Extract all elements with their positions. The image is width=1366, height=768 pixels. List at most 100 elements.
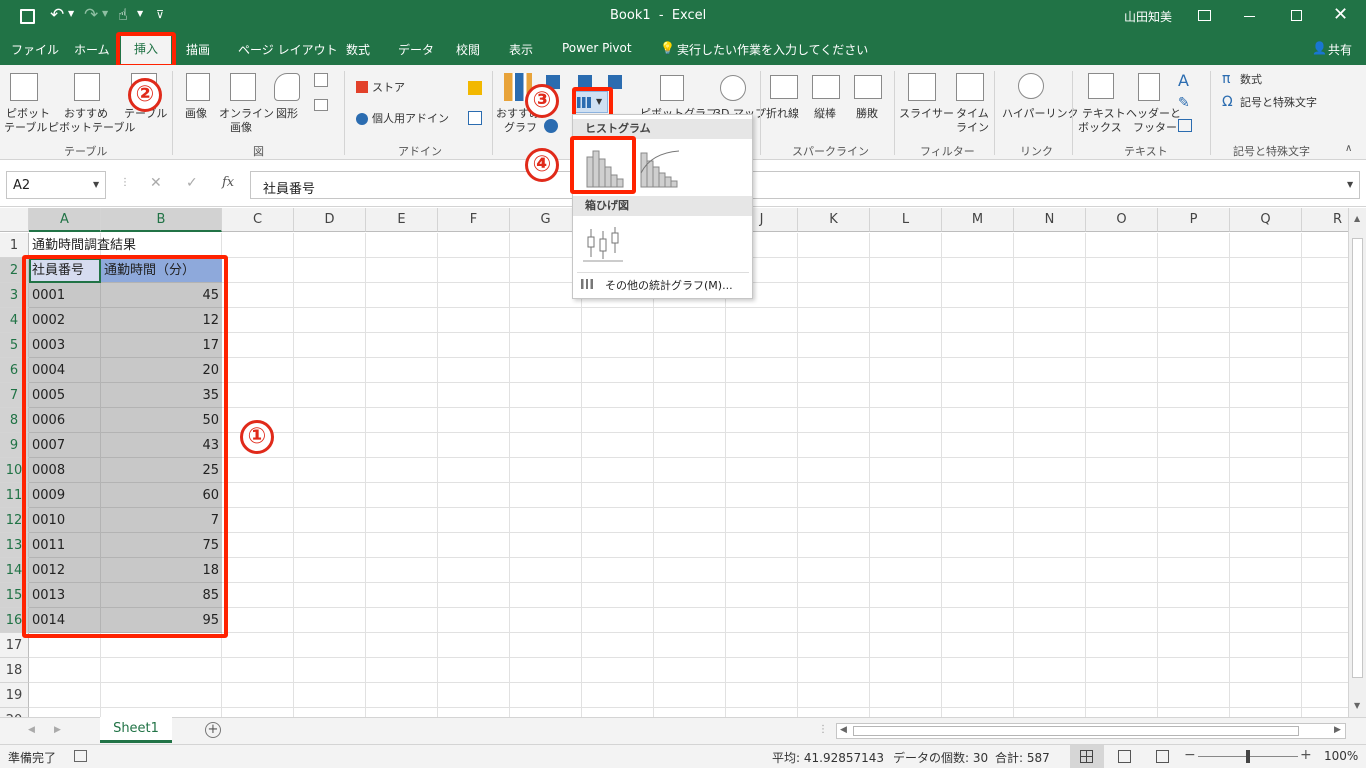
wordart-icon[interactable]: A [1178, 71, 1189, 90]
sheet-tab-sheet1[interactable]: Sheet1 [100, 717, 172, 743]
tab-page-layout[interactable]: ページ レイアウト [238, 41, 338, 58]
minimize-icon[interactable] [1244, 16, 1255, 17]
tab-home[interactable]: ホーム [74, 41, 110, 58]
line-sparkline-icon[interactable] [770, 75, 798, 99]
store-icon[interactable] [356, 81, 368, 93]
scroll-down-icon[interactable]: ▼ [1354, 701, 1360, 710]
select-all-corner[interactable] [0, 208, 29, 232]
next-sheet-icon[interactable]: ▶ [54, 725, 61, 735]
restore-icon[interactable] [1291, 10, 1302, 21]
tab-file[interactable]: ファイル [11, 41, 59, 58]
row-header-20[interactable]: 20 [0, 708, 29, 717]
average-stat[interactable]: 平均: 41.92857143 [772, 749, 884, 766]
header-footer-icon[interactable] [1138, 73, 1160, 101]
scroll-right-icon[interactable]: ▶ [1334, 725, 1341, 735]
user-name[interactable]: 山田知美 [1124, 8, 1172, 25]
insert-function-icon[interactable]: fx [222, 175, 234, 190]
pareto-option[interactable] [635, 143, 689, 191]
name-box-dropdown-icon[interactable]: ▼ [93, 180, 99, 189]
name-box[interactable]: A2 ▼ [6, 171, 106, 199]
scroll-left-icon[interactable]: ◀ [840, 725, 847, 735]
customize-qat-icon[interactable]: ⊽ [156, 8, 164, 21]
object-icon[interactable] [1178, 119, 1192, 132]
redo-dropdown-icon[interactable]: ▼ [102, 9, 108, 18]
page-break-view-icon[interactable] [1156, 750, 1169, 763]
slicer-icon[interactable] [908, 73, 936, 101]
column-header-q[interactable]: Q [1230, 208, 1302, 232]
signature-icon[interactable]: ✎ [1178, 95, 1190, 111]
pie-chart-icon[interactable] [544, 119, 558, 133]
column-header-d[interactable]: D [294, 208, 366, 232]
map-3d-icon[interactable] [720, 75, 746, 101]
tell-me-box[interactable]: 実行したい作業を入力してください [677, 41, 868, 58]
column-header-p[interactable]: P [1158, 208, 1230, 232]
tab-view[interactable]: 表示 [509, 41, 533, 58]
column-header-a[interactable]: A [29, 208, 101, 232]
timeline-icon[interactable] [956, 73, 984, 101]
close-icon[interactable]: ✕ [1333, 4, 1348, 25]
sum-stat[interactable]: 合計: 587 [995, 749, 1050, 766]
column-header-c[interactable]: C [222, 208, 294, 232]
tab-split-icon[interactable]: ⋮ [818, 724, 828, 735]
scroll-up-icon[interactable]: ▲ [1354, 214, 1360, 223]
people-graph-icon[interactable] [468, 111, 482, 125]
column-header-f[interactable]: F [438, 208, 510, 232]
column-header-b[interactable]: B [101, 208, 222, 232]
share-button[interactable]: 共有 [1328, 41, 1352, 58]
undo-dropdown-icon[interactable]: ▼ [68, 9, 74, 18]
hyperlink-icon[interactable] [1018, 73, 1044, 99]
scroll-thumb-h[interactable] [853, 726, 1299, 736]
macro-record-icon[interactable] [74, 750, 87, 762]
row-header-19[interactable]: 19 [0, 683, 29, 708]
equation-button[interactable]: 数式 [1240, 73, 1262, 87]
formula-input[interactable]: 社員番号 ▼ [250, 171, 1360, 199]
screenshot-icon[interactable] [314, 99, 328, 111]
column-header-l[interactable]: L [870, 208, 942, 232]
pivot-chart-icon[interactable] [660, 75, 684, 101]
column-header-k[interactable]: K [798, 208, 870, 232]
pivot-table-icon[interactable] [10, 73, 38, 101]
tab-draw[interactable]: 描画 [186, 41, 210, 58]
column-sparkline-icon[interactable] [812, 75, 840, 99]
row-header-18[interactable]: 18 [0, 658, 29, 683]
zoom-level[interactable]: 100% [1324, 749, 1358, 763]
zoom-in-icon[interactable]: + [1300, 747, 1312, 763]
touch-mode-icon[interactable]: ☝ [118, 5, 128, 24]
ribbon-display-icon[interactable] [1198, 10, 1211, 21]
touch-dropdown-icon[interactable]: ▼ [137, 9, 143, 18]
horizontal-scrollbar[interactable]: ◀ ▶ [836, 723, 1346, 739]
zoom-slider-thumb[interactable] [1246, 750, 1250, 763]
tab-data[interactable]: データ [398, 41, 434, 58]
online-picture-icon[interactable] [230, 73, 256, 101]
add-sheet-icon[interactable]: + [205, 722, 221, 738]
undo-icon[interactable]: ↶ [50, 5, 64, 25]
boxplot-option[interactable] [579, 221, 627, 265]
picture-icon[interactable] [186, 73, 210, 101]
smartart-icon[interactable] [314, 73, 328, 87]
prev-sheet-icon[interactable]: ◀ [28, 725, 35, 735]
enter-icon[interactable]: ✓ [186, 175, 198, 191]
my-addins-icon[interactable] [356, 113, 368, 125]
winloss-sparkline-icon[interactable] [854, 75, 882, 99]
tab-power-pivot[interactable]: Power Pivot [562, 41, 632, 55]
column-header-n[interactable]: N [1014, 208, 1086, 232]
collapse-ribbon-icon[interactable]: ∧ [1345, 143, 1352, 154]
recommended-pivot-icon[interactable] [74, 73, 100, 101]
shapes-icon[interactable] [274, 73, 300, 101]
column-header-o[interactable]: O [1086, 208, 1158, 232]
zoom-out-icon[interactable]: − [1184, 747, 1196, 763]
textbox-icon[interactable] [1088, 73, 1114, 99]
expand-formula-icon[interactable]: ▼ [1347, 180, 1353, 189]
bing-icon[interactable] [468, 81, 482, 95]
redo-icon[interactable]: ↷ [84, 5, 98, 25]
tab-formulas[interactable]: 数式 [346, 41, 370, 58]
page-layout-view-icon[interactable] [1118, 750, 1131, 763]
scroll-thumb[interactable] [1352, 238, 1363, 678]
column-header-e[interactable]: E [366, 208, 438, 232]
store-label[interactable]: ストア [372, 81, 405, 95]
tab-review[interactable]: 校閲 [456, 41, 480, 58]
more-stat-charts-option[interactable]: その他の統計グラフ(M)... [605, 277, 733, 293]
column-header-r[interactable]: R [1302, 208, 1348, 232]
symbol-button[interactable]: 記号と特殊文字 [1240, 96, 1317, 110]
column-header-m[interactable]: M [942, 208, 1014, 232]
